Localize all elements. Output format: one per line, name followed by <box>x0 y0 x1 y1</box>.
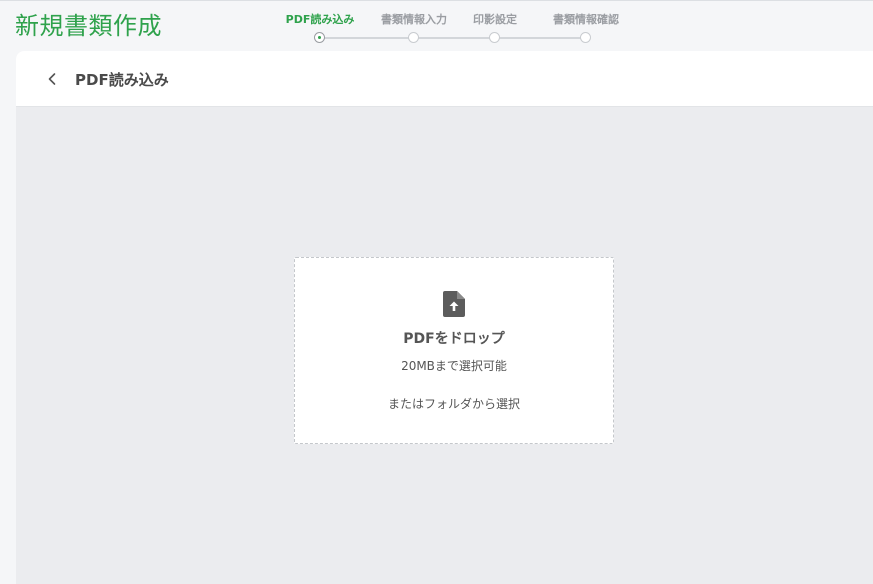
pdf-drop-zone[interactable]: PDFをドロップ 20MBまで選択可能 またはフォルダから選択 <box>294 257 614 444</box>
step-active-dot <box>314 32 325 43</box>
back-button[interactable] <box>40 67 64 91</box>
step-confirm[interactable]: 書類情報確認 <box>536 0 636 50</box>
chevron-left-icon <box>40 67 64 91</box>
step-label: 印影設定 <box>473 13 517 26</box>
step-label: PDF読み込み <box>285 13 355 26</box>
step-dot <box>580 32 591 43</box>
file-upload-icon <box>443 291 465 317</box>
step-dot <box>408 32 419 43</box>
progress-stepper: PDF読み込み 書類情報入力 印影設定 書類情報確認 <box>0 0 873 50</box>
card-title: PDF読み込み <box>75 71 169 89</box>
card-header: PDF読み込み <box>16 51 873 107</box>
content-card: PDF読み込み PDFをドロップ 20MBまで選択可能 またはフォルダから選択 <box>16 51 873 584</box>
step-pdf-load[interactable]: PDF読み込み <box>270 0 370 50</box>
drop-title: PDFをドロップ <box>403 331 505 347</box>
app-window: 新規書類作成 PDF読み込み 書類情報入力 印影設定 書類情報確認 PDF読み込… <box>0 0 873 584</box>
step-label: 書類情報確認 <box>553 13 619 26</box>
file-size-limit: 20MBまで選択可能 <box>401 359 507 373</box>
step-dot <box>489 32 500 43</box>
step-seal-settings[interactable]: 印影設定 <box>445 0 545 50</box>
select-from-folder-link[interactable]: またはフォルダから選択 <box>295 395 613 412</box>
